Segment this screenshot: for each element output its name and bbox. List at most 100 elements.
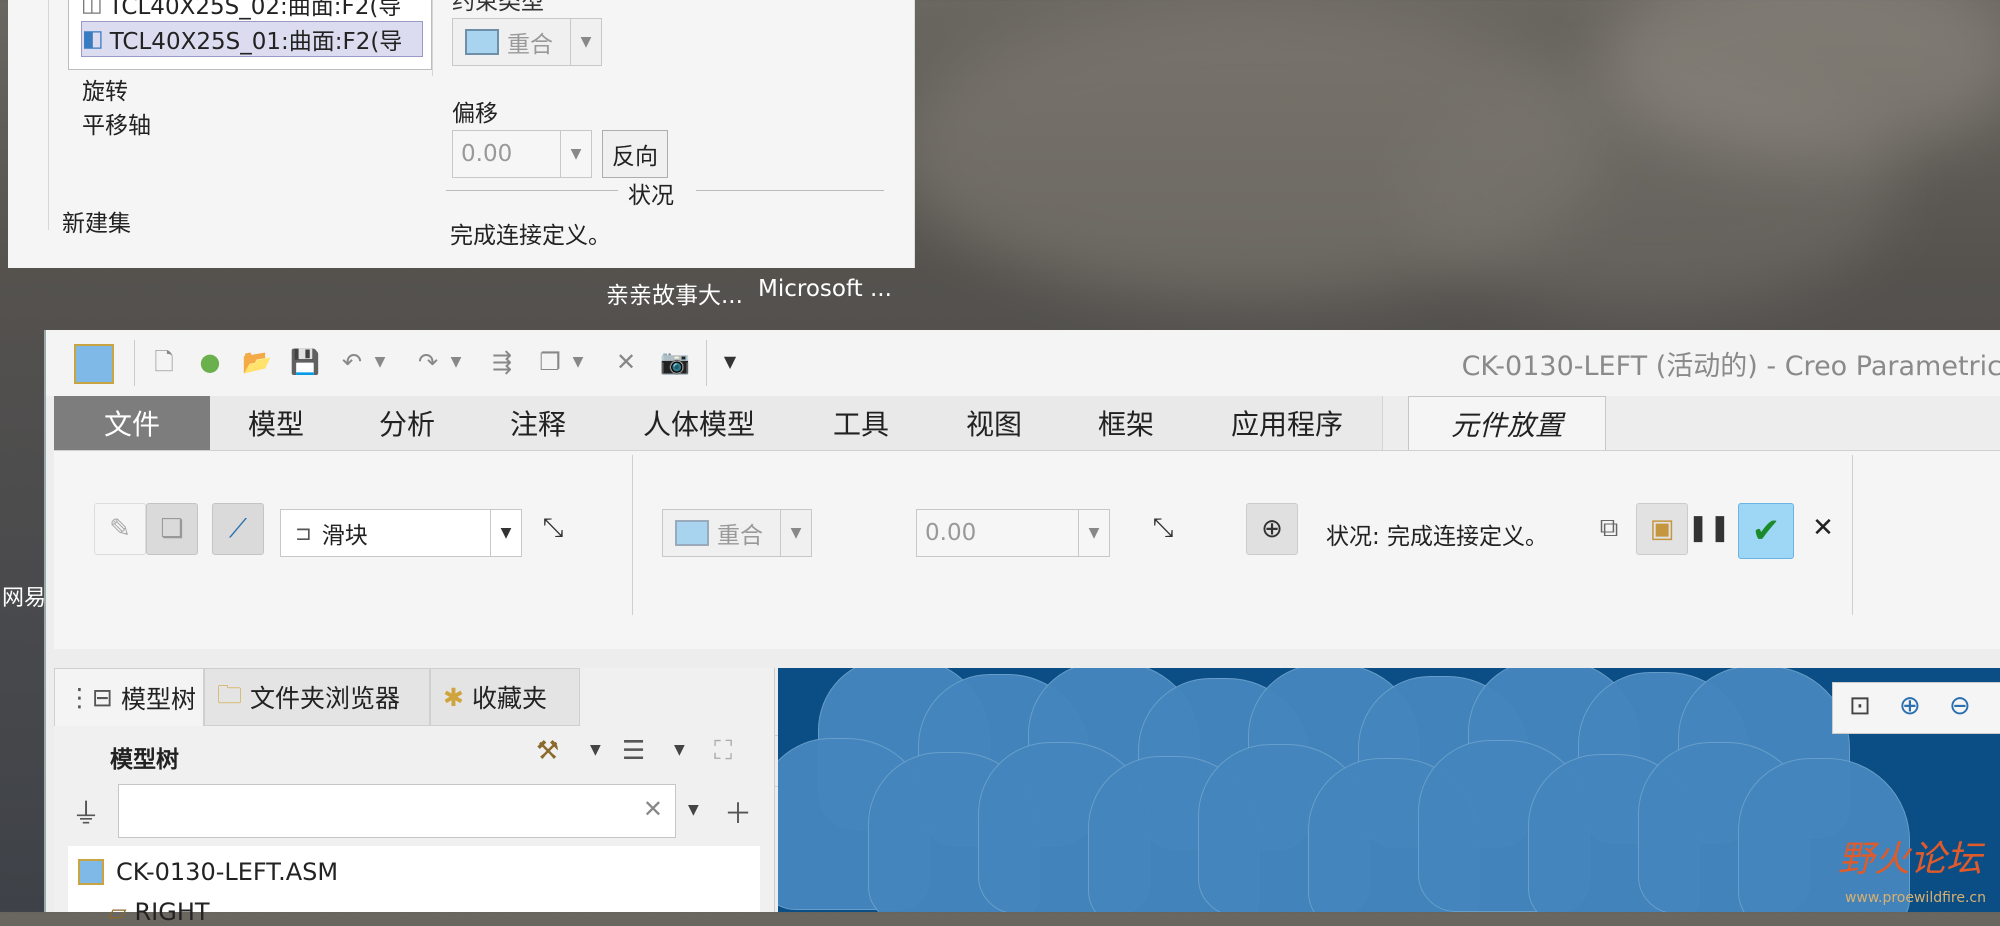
- slider-icon: ⊐: [295, 521, 312, 545]
- forum-watermark: 野火论坛: [1837, 839, 1982, 880]
- graphics-viewport[interactable]: ⊡ ⊕ ⊖ 野火论坛 www.proewildfire.cn: [778, 668, 2000, 912]
- flip-offset-icon[interactable]: ⤡: [1138, 503, 1188, 553]
- save-icon[interactable]: 💾: [290, 348, 320, 376]
- hide-icon[interactable]: ⛶: [714, 736, 732, 767]
- tab-annotate[interactable]: 注释: [472, 396, 605, 450]
- close-window-icon[interactable]: ✕: [612, 348, 640, 376]
- flip-button[interactable]: 反向: [602, 130, 668, 178]
- zoom-out-icon[interactable]: ⊖: [1949, 691, 1971, 721]
- constraint-type-label: 约束类型: [452, 0, 544, 15]
- window-title: CK-0130-LEFT (活动的) - Creo Parametric: [1461, 351, 2000, 382]
- tab-view[interactable]: 视图: [928, 396, 1061, 450]
- model-tree-header: 模型树: [110, 747, 179, 773]
- chevron-down-icon[interactable]: ▼: [442, 348, 470, 376]
- chevron-down-icon[interactable]: ▼: [560, 131, 591, 177]
- tab-model-tree[interactable]: ⋮⊟ 模型树: [54, 668, 204, 726]
- surface-icon: ◧: [82, 26, 104, 52]
- view-toolbar: ⊡ ⊕ ⊖: [1832, 682, 2000, 734]
- ribbon-status: 状况: 完成连接定义。: [1326, 524, 1549, 550]
- favorites-icon: ✱: [443, 682, 464, 712]
- chevron-down-icon[interactable]: ▼: [564, 348, 592, 376]
- close-icon[interactable]: ✕: [1798, 503, 1848, 553]
- redo-icon[interactable]: ↷: [414, 348, 442, 376]
- add-icon[interactable]: ＋: [724, 792, 752, 832]
- chevron-down-icon[interactable]: ▼: [366, 348, 394, 376]
- offset-label: 偏移: [452, 101, 498, 127]
- creo-window: 🗋 ● 📂 💾 ↶ ▼ ↷ ▼ ⇶ ❐ ▼ ✕ 📷 ▼ CK-0130-LEFT…: [44, 330, 2000, 926]
- tab-favorites[interactable]: ✱ 收藏夹: [430, 668, 580, 726]
- model-tree-icon: ⋮⊟: [67, 683, 113, 712]
- assembly-icon: [78, 859, 104, 885]
- tab-frame[interactable]: 框架: [1060, 396, 1193, 450]
- clear-icon[interactable]: ✕: [643, 795, 663, 823]
- tab-folder-browser[interactable]: 🗀 文件夹浏览器: [204, 668, 430, 726]
- coincident-icon: [465, 29, 499, 55]
- connection-icon[interactable]: ⟋: [212, 503, 264, 555]
- move-component-icon[interactable]: ⊕: [1246, 503, 1298, 555]
- status-text: 完成连接定义。: [450, 223, 611, 249]
- tab-file[interactable]: 文件: [54, 396, 211, 450]
- datum-plane-icon: ▱: [108, 898, 127, 926]
- undo-icon[interactable]: ↶: [338, 348, 366, 376]
- status-label: 状况: [628, 183, 674, 209]
- list-item[interactable]: ◫ TCL40X25S_02:曲面:F2(导: [81, 0, 421, 21]
- constraint-type-dropdown[interactable]: 重合 ▼: [452, 18, 602, 66]
- folder-open-icon[interactable]: 📂: [242, 348, 272, 376]
- ribbon-tabs: 文件 模型 分析 注释 人体模型 工具 视图 框架 应用程序 元件放置: [54, 396, 2000, 451]
- refit-icon[interactable]: ⊡: [1849, 691, 1871, 721]
- folder-icon: 🗀: [217, 679, 243, 709]
- chevron-down-icon[interactable]: ▼: [590, 742, 601, 758]
- user-defined-icon[interactable]: ✎: [94, 503, 146, 555]
- tree-item[interactable]: ▱ RIGHT: [108, 898, 210, 926]
- quick-access-toolbar: 🗋 ● 📂 💾 ↶ ▼ ↷ ▼ ⇶ ❐ ▼ ✕ 📷 ▼ CK-0130-LEFT…: [46, 330, 2000, 396]
- pause-icon[interactable]: ❚❚: [1684, 503, 1734, 553]
- open-icon[interactable]: ●: [196, 348, 224, 376]
- zoom-in-icon[interactable]: ⊕: [1899, 691, 1921, 721]
- filter-icon[interactable]: ⏚: [72, 792, 100, 832]
- forum-watermark-url: www.proewildfire.cn: [1844, 890, 1986, 906]
- connection-type-dropdown[interactable]: ⊐ 滑块 ▼: [280, 509, 522, 557]
- tab-analysis[interactable]: 分析: [342, 396, 473, 450]
- offset-input[interactable]: 0.00 ▼: [916, 509, 1110, 557]
- tab-tools[interactable]: 工具: [794, 396, 929, 450]
- taskbar-item[interactable]: Microsoft ...: [758, 276, 892, 302]
- tab-component-placement[interactable]: 元件放置: [1408, 396, 1606, 451]
- chevron-down-icon[interactable]: ▼: [780, 510, 811, 556]
- flip-direction-icon[interactable]: ⤡: [528, 503, 578, 553]
- component-placement-dialog: ◫ TCL40X25S_02:曲面:F2(导 ◧ TCL40X25S_01:曲面:F…: [8, 0, 915, 268]
- offset-input[interactable]: 0.00 ▼: [452, 130, 592, 178]
- model-tree: CK-0130-LEFT.ASM ▱ RIGHT: [68, 846, 760, 926]
- show-icon[interactable]: ☰: [622, 736, 645, 766]
- screenshot-icon[interactable]: 📷: [660, 348, 690, 376]
- rotation-item[interactable]: 旋转: [82, 72, 128, 106]
- search-input[interactable]: ✕: [118, 784, 676, 838]
- chevron-down-icon[interactable]: ▼: [490, 510, 521, 556]
- translation-axis-item[interactable]: 平移轴: [82, 106, 151, 140]
- tree-item[interactable]: CK-0130-LEFT.ASM: [78, 858, 338, 886]
- desktop-label[interactable]: 网易: [2, 580, 46, 612]
- taskbar-item[interactable]: 亲亲故事大...: [606, 276, 743, 310]
- assembly-window-icon[interactable]: ▣: [1636, 503, 1688, 555]
- customize-toolbar-icon[interactable]: ▼: [716, 348, 744, 376]
- confirm-icon[interactable]: ✔: [1738, 503, 1794, 559]
- windows-icon[interactable]: ❐: [536, 348, 564, 376]
- tab-applications[interactable]: 应用程序: [1192, 396, 1383, 450]
- constraint-dropdown[interactable]: 重合 ▼: [662, 509, 812, 557]
- chevron-down-icon[interactable]: ▼: [674, 742, 685, 758]
- tab-manikin[interactable]: 人体模型: [604, 396, 795, 450]
- chevron-down-icon[interactable]: ▼: [570, 19, 601, 65]
- copy-icon[interactable]: ❏: [146, 503, 198, 555]
- regenerate-icon[interactable]: ⇶: [488, 348, 516, 376]
- tab-model[interactable]: 模型: [210, 396, 343, 450]
- separate-window-icon[interactable]: ⧉: [1584, 503, 1634, 553]
- coincident-icon: [675, 520, 709, 546]
- app-icon[interactable]: [74, 344, 114, 384]
- ribbon-panel: ✎ ❏ ⟋ ⊐ 滑块 ▼ ⤡ 重合 ▼ 0.00 ▼ ⤡ ⊕ 状况: 完成连接定…: [54, 450, 2000, 787]
- set-list: ◫ TCL40X25S_02:曲面:F2(导 ◧ TCL40X25S_01:曲面:F…: [68, 0, 432, 70]
- chevron-down-icon[interactable]: ▼: [688, 802, 699, 818]
- new-file-icon[interactable]: 🗋: [150, 348, 178, 376]
- chevron-down-icon[interactable]: ▼: [1078, 510, 1109, 556]
- settings-icon[interactable]: ⚒: [536, 736, 559, 766]
- new-set-link[interactable]: 新建集: [62, 204, 131, 238]
- list-item-selected[interactable]: ◧ TCL40X25S_01:曲面:F2(导: [81, 21, 423, 57]
